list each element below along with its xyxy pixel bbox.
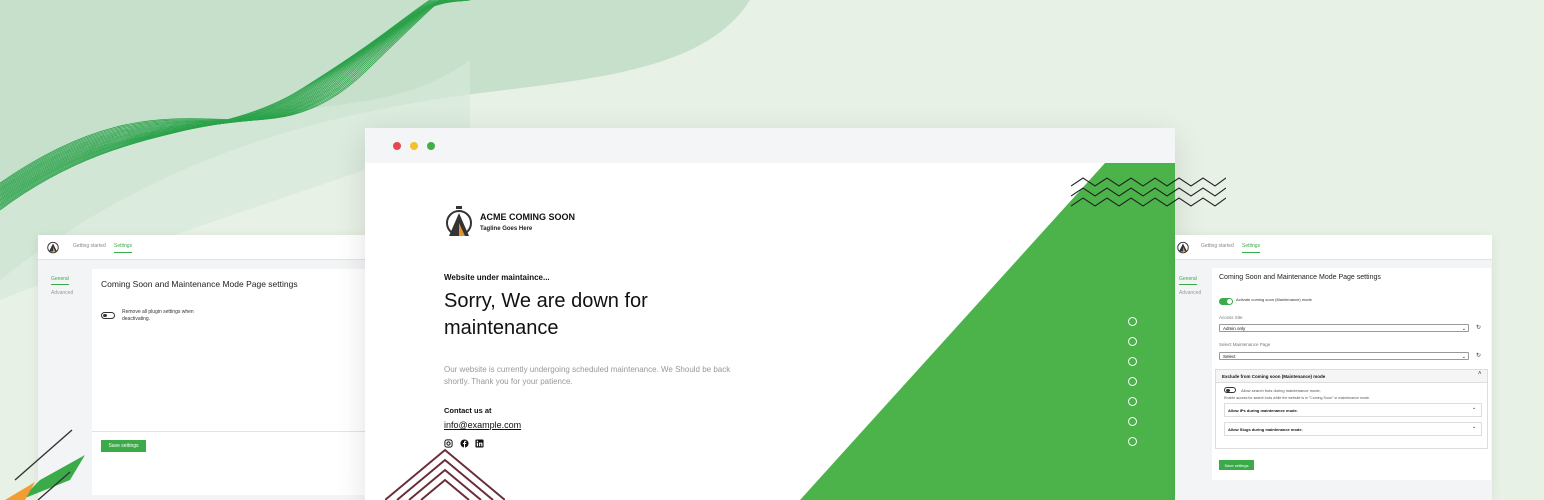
search-bots-help: Enable access for search bots while the …: [1224, 396, 1370, 400]
slide-dot[interactable]: [1128, 357, 1137, 366]
acme-logo-icon: [1177, 241, 1189, 254]
remove-settings-toggle[interactable]: [101, 312, 115, 319]
chevron-down-icon: ⌄: [1472, 405, 1477, 411]
maintenance-message: Our website is currently undergoing sche…: [444, 365, 731, 386]
activate-mode-toggle[interactable]: [1219, 298, 1233, 305]
slide-dot[interactable]: [1128, 397, 1137, 406]
maintenance-kicker: Website under maintaince...: [444, 273, 550, 282]
sidebar-item-general[interactable]: General: [51, 276, 69, 285]
sidebar-item-general[interactable]: General: [1179, 276, 1197, 285]
search-bots-label: Allow search bots during maintenance mod…: [1241, 388, 1321, 393]
exclude-accordion: Exclude from Coming soon (Maintenance) m…: [1215, 369, 1488, 449]
maintenance-page-value: Select: [1223, 354, 1236, 359]
search-bots-toggle[interactable]: [1224, 387, 1236, 393]
admin-header: Getting started Settings: [38, 235, 383, 260]
minimize-dot-icon[interactable]: [410, 142, 418, 150]
settings-card: Coming Soon and Maintenance Mode Page se…: [92, 269, 383, 495]
slide-dot[interactable]: [1128, 377, 1137, 386]
contact-heading: Contact us at: [444, 406, 492, 415]
slide-dot[interactable]: [1128, 437, 1137, 446]
tab-settings[interactable]: Settings: [114, 243, 133, 253]
tab-getting-started[interactable]: Getting started: [73, 243, 106, 249]
chevron-down-icon: ⌄: [1472, 424, 1477, 430]
facebook-icon[interactable]: [460, 439, 469, 448]
brand-tagline: Tagline Goes Here: [480, 226, 533, 232]
tab-getting-started[interactable]: Getting started: [1201, 243, 1234, 249]
save-settings-button[interactable]: Save settings: [101, 440, 146, 452]
browser-titlebar: [365, 128, 1175, 163]
linkedin-icon[interactable]: [475, 439, 484, 448]
refresh-icon[interactable]: ↻: [1476, 324, 1481, 331]
access-site-label: Access Site: [1219, 315, 1243, 320]
chevron-down-icon: ⌄: [1461, 326, 1466, 332]
maximize-dot-icon[interactable]: [427, 142, 435, 150]
activate-mode-label: Activate coming soon (Maintenance) mode: [1236, 297, 1312, 302]
sidebar-item-advanced[interactable]: Advanced: [1179, 290, 1201, 296]
accordion-title: Exclude from Coming soon (Maintenance) m…: [1222, 374, 1326, 379]
browser-window: ACME COMING SOON Tagline Goes Here Websi…: [365, 128, 1175, 500]
chevron-up-icon[interactable]: ˄: [1478, 371, 1482, 377]
instagram-icon[interactable]: [444, 439, 453, 448]
contact-email-link[interactable]: info@example.com: [444, 420, 521, 430]
acme-logo-icon: [446, 206, 472, 236]
close-dot-icon[interactable]: [393, 142, 401, 150]
maintenance-page-label: Select Maintenance Page: [1219, 342, 1271, 347]
maintenance-page-select[interactable]: Select ⌄: [1219, 352, 1469, 360]
save-settings-button[interactable]: Save settings: [1219, 460, 1254, 470]
refresh-icon[interactable]: ↻: [1476, 352, 1481, 359]
settings-card: Coming Soon and Maintenance Mode Page se…: [1212, 268, 1491, 480]
zigzag-decoration: [1071, 177, 1226, 207]
chevron-down-icon: ⌄: [1461, 354, 1466, 360]
headline: Sorry, We are down for maintenance: [444, 290, 648, 339]
allow-ips-label: Allow IPs during maintenance mode.: [1228, 408, 1298, 413]
corner-stripes-decoration: [5, 429, 85, 500]
allow-slugs-label: Allow Slugs during maintenance mode.: [1228, 427, 1303, 432]
admin-header: Getting started Settings: [1175, 235, 1492, 260]
brand-name: ACME COMING SOON: [480, 212, 576, 222]
slide-dot[interactable]: [1128, 317, 1137, 326]
sidebar-item-advanced[interactable]: Advanced: [51, 290, 73, 296]
access-site-select[interactable]: Admin only ⌄: [1219, 324, 1469, 332]
acme-logo-icon: [47, 241, 59, 254]
access-site-value: Admin only: [1223, 326, 1246, 331]
divider: [92, 431, 383, 432]
toggle-label: Remove all plugin settings when deactiva…: [122, 309, 194, 322]
card-title: Coming Soon and Maintenance Mode Page se…: [1219, 274, 1381, 281]
settings-panel-right: Getting started Settings General Advance…: [1175, 235, 1492, 500]
slide-dot[interactable]: [1128, 337, 1137, 346]
tab-settings[interactable]: Settings: [1242, 243, 1261, 253]
card-title: Coming Soon and Maintenance Mode Page se…: [101, 279, 298, 289]
slide-dot[interactable]: [1128, 417, 1137, 426]
